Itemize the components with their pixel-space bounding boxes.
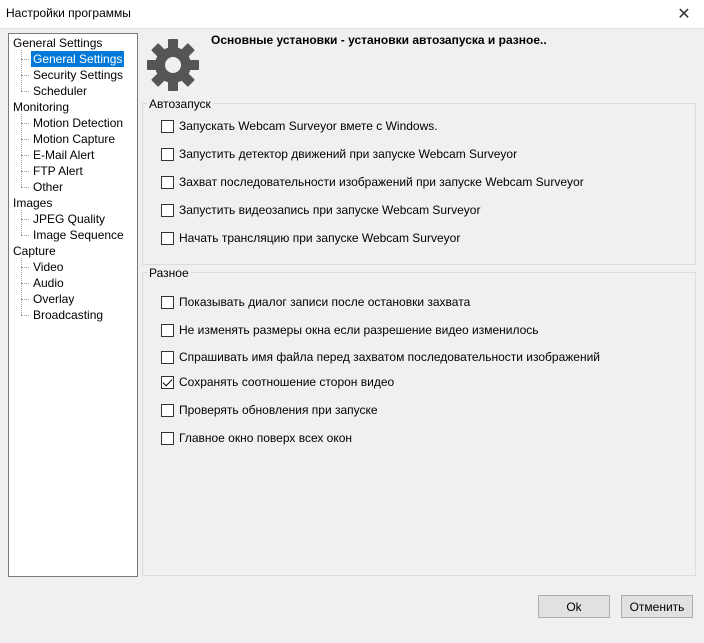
checkbox[interactable]	[161, 119, 174, 133]
tree-category[interactable]: General Settings	[11, 35, 104, 51]
checkbox-label: Не изменять размеры окна если разрешение…	[179, 323, 539, 337]
close-icon[interactable]: ✕	[664, 0, 704, 28]
tree-item[interactable]: Overlay	[31, 291, 76, 307]
checkbox-label: Главное окно поверх всех окон	[179, 431, 353, 445]
checkbox[interactable]	[161, 295, 174, 309]
tree-connector	[21, 155, 29, 156]
tree-connector	[21, 315, 29, 316]
checkbox-option[interactable]: Не изменять размеры окна если разрешение…	[161, 322, 539, 338]
checkbox-option[interactable]: Сохранять соотношение сторон видео	[161, 374, 394, 390]
tree-connector	[21, 139, 29, 140]
tree-item[interactable]: E-Mail Alert	[31, 147, 96, 163]
checkbox-label: Проверять обновления при запуске	[179, 403, 378, 417]
misc-group-label: Разное	[147, 266, 191, 280]
checkbox-label: Начать трансляцию при запуске Webcam Sur…	[179, 231, 461, 245]
tree-connector	[21, 299, 29, 300]
tree-connector	[21, 258, 22, 315]
checkbox-label: Захват последовательности изображений пр…	[179, 175, 584, 189]
tree-connector	[21, 123, 29, 124]
tree-item[interactable]: Motion Capture	[31, 131, 117, 147]
tree-item[interactable]: Broadcasting	[31, 307, 105, 323]
checkbox[interactable]	[161, 350, 174, 364]
checkbox[interactable]	[161, 431, 174, 445]
tree-item[interactable]: Scheduler	[31, 83, 89, 99]
tree-connector	[21, 75, 29, 76]
tree-connector	[21, 283, 29, 284]
tree-connector	[21, 50, 22, 91]
tree-connector	[21, 219, 29, 220]
checkbox-checked[interactable]	[161, 375, 174, 389]
window-title: Настройки программы	[6, 6, 131, 20]
checkbox[interactable]	[161, 203, 174, 217]
checkbox[interactable]	[161, 231, 174, 245]
tree-item[interactable]: Security Settings	[31, 67, 125, 83]
checkbox-option[interactable]: Запустить детектор движений при запуске …	[161, 146, 517, 162]
checkbox-label: Запустить детектор движений при запуске …	[179, 147, 518, 161]
tree-item[interactable]: Motion Detection	[31, 115, 125, 131]
checkbox-label: Запускать Webcam Surveyor вмете с Window…	[179, 119, 438, 133]
cancel-button[interactable]: Отменить	[621, 595, 693, 618]
checkbox-option[interactable]: Захват последовательности изображений пр…	[161, 174, 584, 190]
checkbox[interactable]	[161, 323, 174, 337]
misc-group	[142, 272, 696, 576]
checkbox-label: Запустить видеозапись при запуске Webcam…	[179, 203, 481, 217]
checkbox-option[interactable]: Спрашивать имя файла перед захватом посл…	[161, 349, 600, 365]
checkbox-option[interactable]: Главное окно поверх всех окон	[161, 430, 352, 446]
ok-button[interactable]: Ok	[538, 595, 610, 618]
settings-tree: General Settings General Settings Security…	[8, 33, 138, 577]
checkbox-option[interactable]: Запускать Webcam Surveyor вмете с Window…	[161, 118, 438, 134]
tree-item[interactable]: Audio	[31, 275, 66, 291]
tree-item[interactable]: General Settings	[31, 51, 125, 67]
tree-connector	[21, 210, 22, 235]
checkbox[interactable]	[161, 175, 174, 189]
tree-connector	[21, 91, 29, 92]
tree-connector	[21, 235, 29, 236]
page-title: Основные установки - установки автозапус…	[211, 33, 547, 47]
tree-category[interactable]: Images	[11, 195, 54, 211]
tree-item[interactable]: Video	[31, 259, 65, 275]
checkbox-option[interactable]: Показывать диалог записи после остановки…	[161, 294, 470, 310]
tree-category[interactable]: Monitoring	[11, 99, 71, 115]
checkbox-label: Сохранять соотношение сторон видео	[179, 375, 395, 389]
checkbox-option[interactable]: Запустить видеозапись при запуске Webcam…	[161, 202, 480, 218]
tree-connector	[21, 267, 29, 268]
gear-icon	[147, 39, 199, 91]
tree-connector	[21, 114, 22, 187]
checkbox-label: Показывать диалог записи после остановки…	[179, 295, 471, 309]
autostart-group-label: Автозапуск	[147, 97, 213, 111]
tree-item[interactable]: Image Sequence	[31, 227, 126, 243]
tree-item[interactable]: JPEG Quality	[31, 211, 107, 227]
checkbox-option[interactable]: Проверять обновления при запуске	[161, 402, 378, 418]
tree-item[interactable]: Other	[31, 179, 65, 195]
tree-connector	[21, 171, 29, 172]
tree-category[interactable]: Capture	[11, 243, 58, 259]
settings-dialog: Настройки программы ✕ General Settings Ge…	[0, 0, 704, 643]
tree-item[interactable]: FTP Alert	[31, 163, 85, 179]
tree-connector	[21, 59, 29, 60]
tree-connector	[21, 187, 29, 188]
checkbox[interactable]	[161, 403, 174, 417]
checkbox-option[interactable]: Начать трансляцию при запуске Webcam Sur…	[161, 230, 460, 246]
checkbox[interactable]	[161, 147, 174, 161]
checkbox-label: Спрашивать имя файла перед захватом посл…	[179, 350, 600, 364]
title-bar: Настройки программы ✕	[0, 0, 704, 29]
